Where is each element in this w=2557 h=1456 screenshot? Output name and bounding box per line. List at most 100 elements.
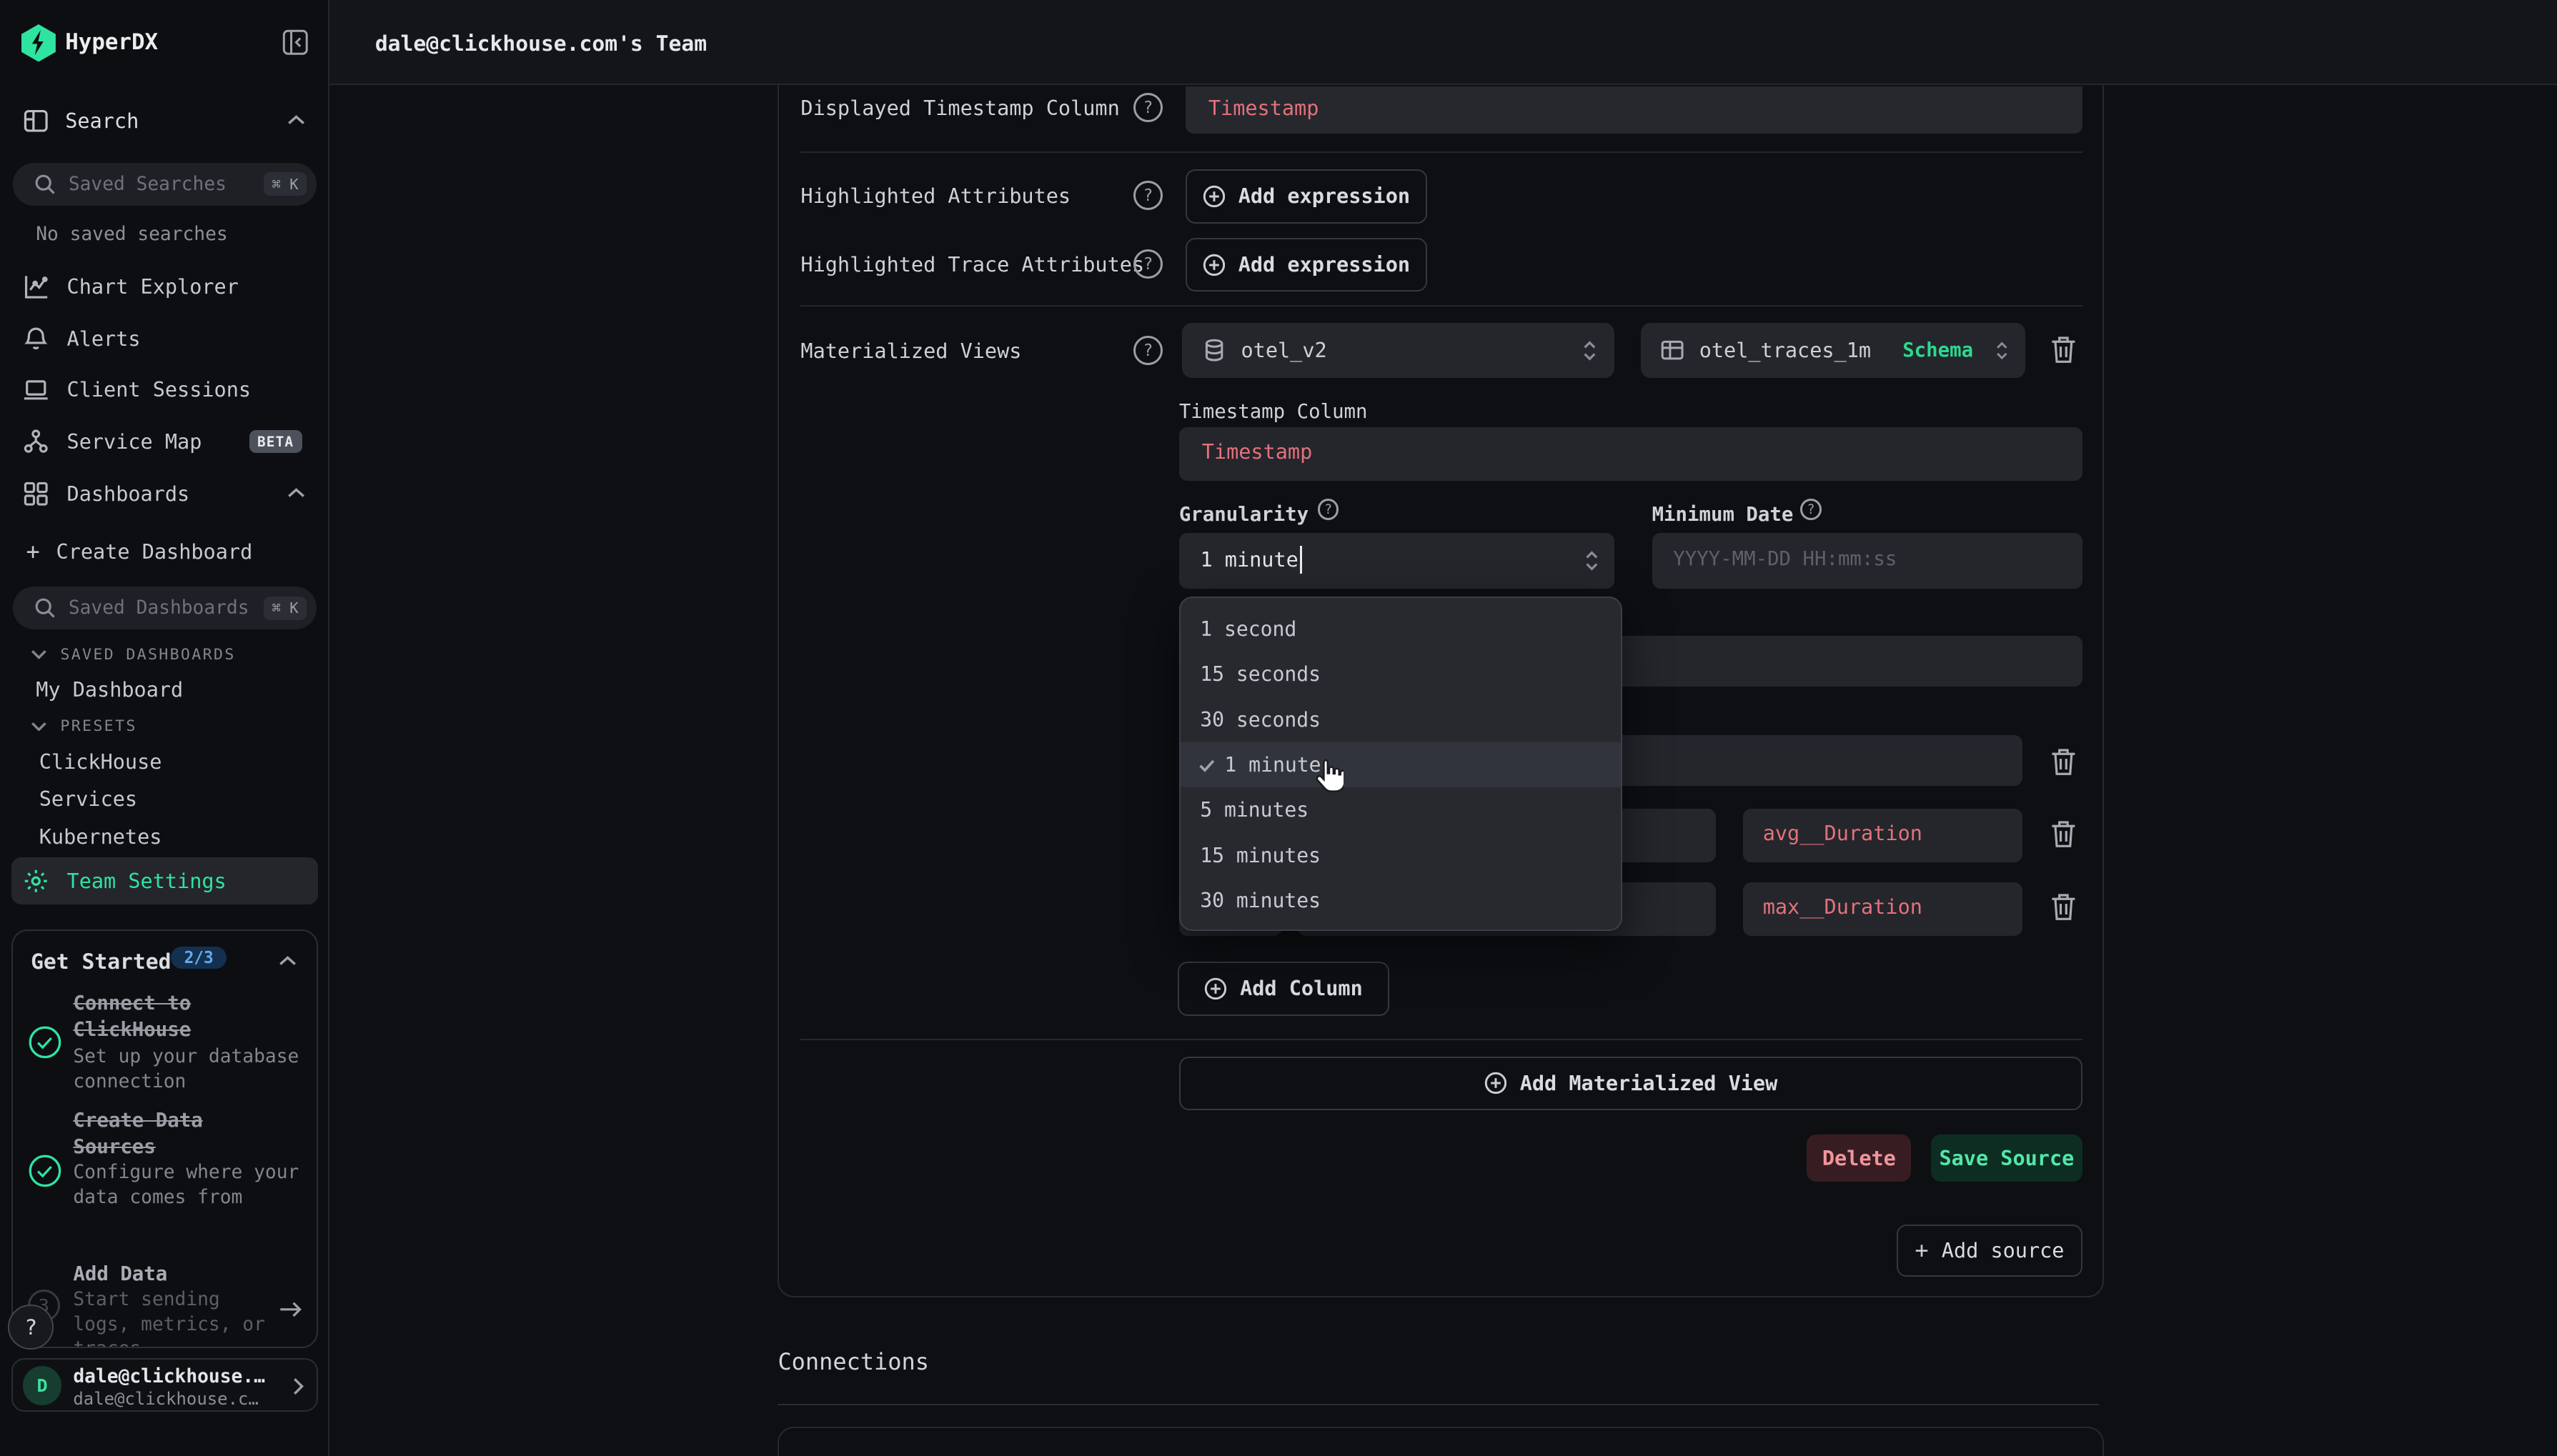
dropdown-option[interactable]: 15 minutes	[1181, 833, 1622, 878]
step-desc: Configure where your data comes from	[73, 1160, 299, 1209]
beta-badge: BETA	[249, 430, 302, 453]
dropdown-option[interactable]: 1 second	[1181, 607, 1622, 652]
collapse-sidebar-icon[interactable]	[282, 29, 309, 56]
column-alias-input[interactable]: avg__Duration	[1743, 809, 2022, 862]
sidebar-item-client-sessions[interactable]: Client Sessions	[23, 377, 251, 403]
topbar: dale@clickhouse.com's Team	[329, 0, 2557, 85]
dropdown-option[interactable]: 30 minutes	[1181, 878, 1622, 923]
plus-icon: +	[26, 538, 40, 565]
granularity-label: Granularity	[1179, 504, 1309, 526]
connections-card	[778, 1427, 2103, 1456]
get-started-panel: Get Started 2/3 Connect to ClickHouse Se…	[11, 929, 318, 1348]
saved-dashboards-input[interactable]: Saved Dashboards ⌘ K	[13, 587, 316, 629]
sidebar-item-services[interactable]: Services	[39, 787, 137, 811]
search-section-icon	[23, 108, 49, 134]
service-map-icon	[23, 429, 49, 455]
mouse-cursor-hand	[1313, 758, 1344, 794]
database-select[interactable]: otel_v2	[1182, 323, 1614, 379]
search-icon	[34, 597, 56, 619]
step-desc: Set up your database connection	[73, 1044, 299, 1093]
laptop-icon	[23, 377, 49, 403]
step-desc: Start sending logs, metrics, or traces	[73, 1287, 269, 1348]
dashboards-grid-icon	[23, 481, 49, 507]
dropdown-option-selected[interactable]: 1 minute	[1181, 742, 1622, 787]
chevron-up-icon[interactable]	[287, 487, 305, 499]
column-alias-input[interactable]: max__Duration	[1743, 882, 2022, 936]
search-icon	[34, 174, 56, 195]
add-expression-button[interactable]: Add expression	[1186, 169, 1427, 223]
hyperdx-logo-icon[interactable]	[21, 24, 56, 61]
save-source-button[interactable]: Save Source	[1931, 1135, 2082, 1182]
sidebar-item-chart-explorer[interactable]: Chart Explorer	[23, 274, 239, 300]
help-icon[interactable]: ?	[1318, 499, 1339, 520]
app-name: HyperDX	[65, 29, 158, 55]
help-icon[interactable]: ?	[1133, 336, 1163, 365]
schema-link[interactable]: Schema	[1902, 339, 1973, 361]
sidebar-item-team-settings[interactable]: Team Settings	[11, 857, 318, 904]
bell-icon	[23, 326, 49, 352]
add-expression-button[interactable]: Add expression	[1186, 238, 1427, 291]
get-started-title: Get Started	[31, 949, 171, 974]
help-icon[interactable]: ?	[1800, 499, 1822, 520]
text-caret	[1300, 546, 1302, 574]
database-icon	[1202, 338, 1226, 362]
add-column-button[interactable]: Add Column	[1178, 962, 1390, 1015]
highlighted-trace-attributes-label: Highlighted Trace Attributes	[800, 253, 1144, 276]
dropdown-option[interactable]: 5 minutes	[1181, 787, 1622, 832]
help-icon[interactable]: ?	[1133, 181, 1163, 210]
user-email: dale@clickhouse.c…	[73, 1389, 258, 1409]
add-materialized-view-button[interactable]: Add Materialized View	[1179, 1057, 2082, 1110]
sidebar-item-dashboards[interactable]: Dashboards	[23, 481, 189, 507]
create-dashboard-button[interactable]: + Create Dashboard	[26, 538, 253, 565]
minimum-date-input[interactable]: YYYY-MM-DD HH:mm:ss	[1652, 533, 2082, 589]
trash-icon[interactable]	[2050, 334, 2079, 367]
sidebar-item-clickhouse[interactable]: ClickHouse	[39, 750, 162, 774]
divider	[800, 1039, 2082, 1040]
chevron-up-icon[interactable]	[279, 955, 297, 967]
dropdown-option[interactable]: 30 seconds	[1181, 697, 1622, 742]
displayed-timestamp-input[interactable]: Timestamp	[1186, 86, 2082, 134]
chevron-up-icon[interactable]	[287, 114, 305, 126]
plus-circle-icon	[1203, 185, 1226, 208]
table-select[interactable]: otel_traces_1m Schema	[1641, 323, 2026, 379]
sidebar-item-kubernetes[interactable]: Kubernetes	[39, 825, 162, 849]
help-icon[interactable]: ?	[1133, 249, 1163, 279]
timestamp-column-input[interactable]: Timestamp	[1179, 427, 2082, 481]
timestamp-column-label: Timestamp Column	[1179, 401, 1368, 423]
step-title: Connect to ClickHouse	[73, 991, 289, 1043]
hyperdx-app: Displayed Timestamp Column ? Timestamp H…	[0, 0, 2557, 1456]
sidebar-item-alerts[interactable]: Alerts	[23, 326, 141, 352]
trash-icon[interactable]	[2050, 892, 2079, 924]
granularity-select[interactable]: 1 minute	[1179, 533, 1614, 589]
help-button[interactable]: ?	[8, 1305, 54, 1350]
sidebar-item-service-map[interactable]: Service Map BETA	[23, 429, 302, 455]
chart-explorer-icon	[23, 274, 49, 300]
delete-button[interactable]: Delete	[1807, 1135, 1911, 1182]
saved-dashboards-group-header[interactable]: SAVED DASHBOARDS	[31, 646, 235, 664]
chevron-right-icon	[293, 1377, 304, 1395]
gear-icon	[23, 868, 49, 894]
sidebar: HyperDX Search Saved Searches ⌘ K No sav…	[0, 0, 329, 1456]
avatar: D	[23, 1366, 62, 1405]
sidebar-item-my-dashboard[interactable]: My Dashboard	[36, 678, 183, 702]
materialized-views-label: Materialized Views	[800, 339, 1021, 363]
shortcut-badge: ⌘ K	[264, 597, 307, 620]
no-saved-searches-text: No saved searches	[36, 224, 228, 245]
dropdown-option[interactable]: 15 seconds	[1181, 652, 1622, 697]
minimum-date-label: Minimum Date	[1652, 504, 1794, 526]
trash-icon[interactable]	[2050, 819, 2079, 852]
presets-group-header[interactable]: PRESETS	[31, 717, 136, 735]
add-source-button[interactable]: + Add source	[1897, 1225, 2082, 1277]
team-title: dale@clickhouse.com's Team	[375, 31, 707, 56]
step-title: Create Data Sources	[73, 1108, 289, 1160]
user-card[interactable]: D dale@clickhouse.… dale@clickhouse.c…	[11, 1358, 318, 1412]
saved-searches-input[interactable]: Saved Searches ⌘ K	[13, 163, 316, 205]
trash-icon[interactable]	[2050, 747, 2079, 779]
plus-circle-icon	[1484, 1072, 1507, 1095]
plus-circle-icon	[1204, 977, 1227, 1000]
plus-icon: +	[1915, 1237, 1928, 1264]
sidebar-item-search[interactable]: Search	[65, 109, 139, 133]
select-chevrons-icon	[1582, 339, 1598, 362]
help-icon[interactable]: ?	[1133, 93, 1163, 122]
arrow-right-icon[interactable]	[279, 1299, 303, 1320]
